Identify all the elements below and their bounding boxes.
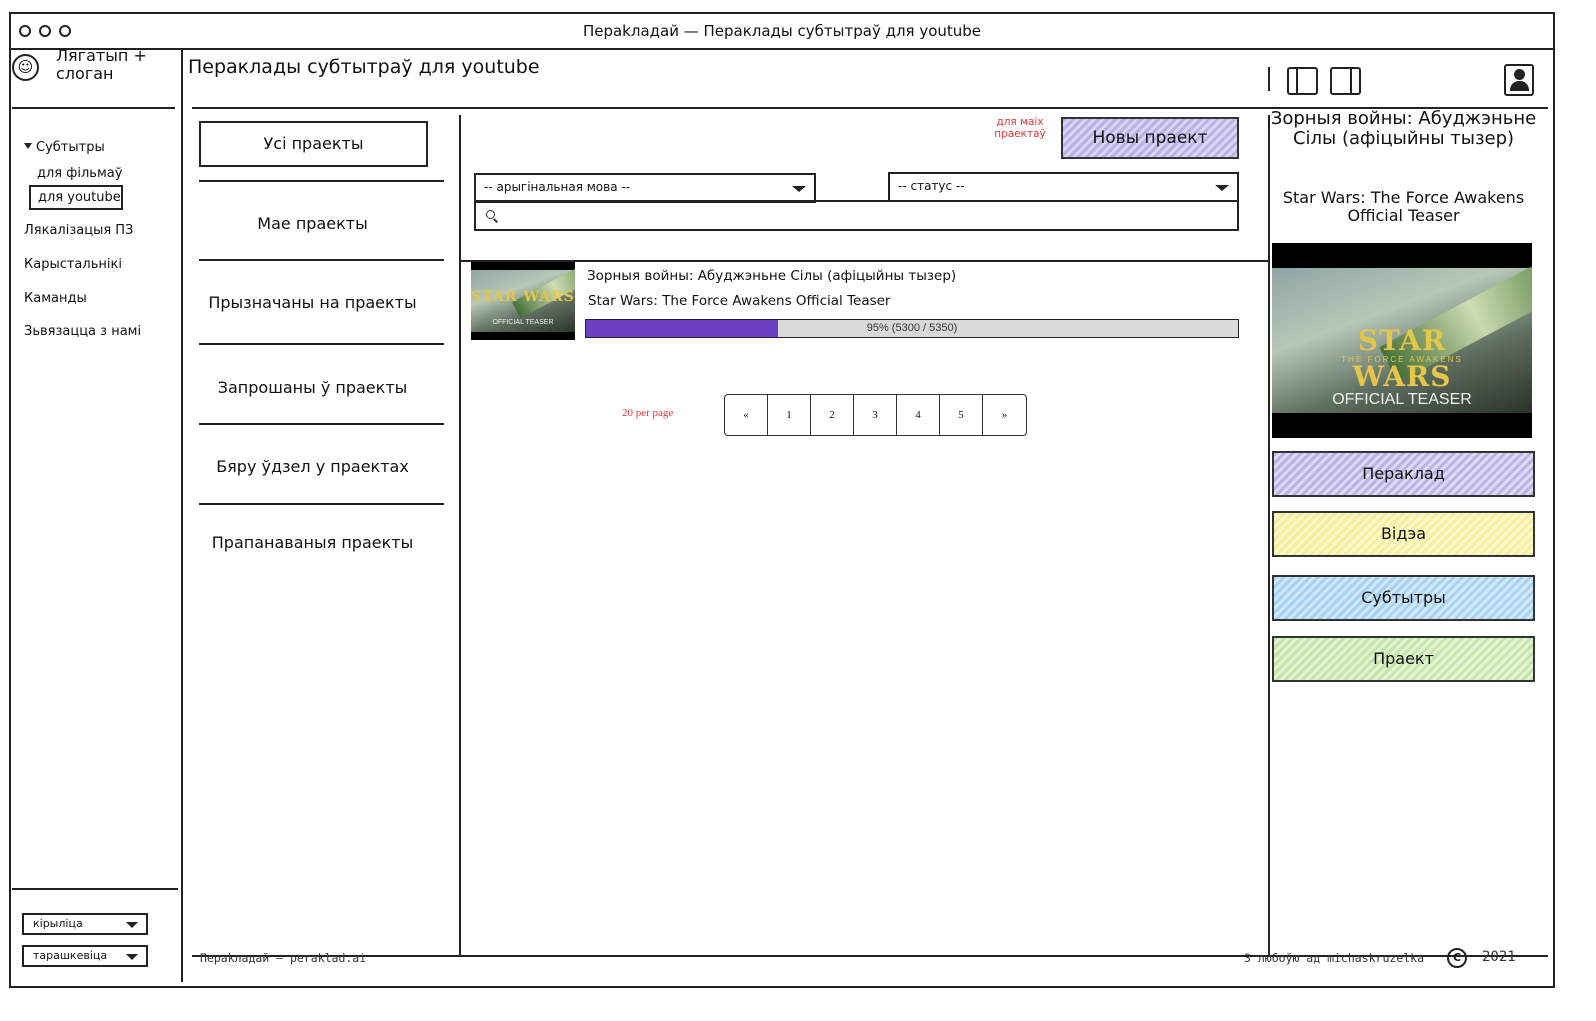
- page-first[interactable]: «: [725, 395, 768, 435]
- video-logo-bottom: WARS: [1352, 360, 1452, 393]
- sidebar-divider: [181, 50, 183, 982]
- chevron-down-icon: [1215, 185, 1229, 191]
- sidebar-group-label: Субтытры: [36, 140, 105, 155]
- translation-button[interactable]: Пераклад: [1272, 451, 1535, 497]
- progress-label: 95% (5300 / 5350): [866, 322, 958, 334]
- nav-divider: [199, 180, 444, 182]
- smiley-icon: ☺: [12, 54, 39, 81]
- new-project-note: для маіх праектаў: [994, 116, 1046, 140]
- project-subtitle: Star Wars: The Force Awakens Official Te…: [588, 293, 891, 309]
- subtitles-button[interactable]: Субтытры: [1272, 575, 1535, 621]
- detail-title: Зорныя войны: Абуджэньне Сілы (афіцыйны …: [1270, 108, 1537, 149]
- page-title: Пераклады субтытраў для youtube: [188, 56, 540, 78]
- detail-subtitle: Star Wars: The Force Awakens Official Te…: [1282, 188, 1525, 225]
- left-panel-icon-bar: [1296, 69, 1298, 93]
- user-head: [1514, 69, 1525, 80]
- nav-assigned-projects[interactable]: Прызначаны на праекты: [190, 293, 435, 312]
- right-panel-icon-bar: [1350, 69, 1352, 93]
- page-3[interactable]: 3: [854, 395, 897, 435]
- project-button[interactable]: Праект: [1272, 636, 1535, 682]
- page-1[interactable]: 1: [768, 395, 811, 435]
- detail-panel-divider: [1268, 115, 1270, 955]
- filters-divider: [461, 260, 1268, 262]
- video-preview[interactable]: STAR THE FORCE AWAKENS WARS OFFICIAL TEA…: [1272, 243, 1532, 438]
- nav-divider: [199, 423, 444, 425]
- video-button[interactable]: Відэа: [1272, 511, 1535, 557]
- nav-divider: [199, 259, 444, 261]
- project-title[interactable]: Зорныя войны: Абуджэньне Сілы (афіцыйны …: [587, 268, 956, 284]
- logo-slogan: Лягатып + слоган: [56, 46, 147, 83]
- header-separator: [1268, 67, 1270, 91]
- nav-divider: [199, 503, 444, 505]
- nav-invited-projects[interactable]: Запрошаны ў праекты: [190, 378, 435, 397]
- footer-credits: З любоўю ад michaskruzelka: [1244, 951, 1425, 965]
- per-page-select[interactable]: 20 per page: [622, 407, 673, 419]
- sidebar-item-users[interactable]: Карыстальнікі: [24, 257, 122, 272]
- projects-nav-divider: [459, 115, 461, 955]
- original-language-select[interactable]: -- арыгінальная мова --: [474, 173, 816, 203]
- nav-all-projects[interactable]: Усі праекты: [199, 121, 428, 167]
- user-body: [1510, 81, 1529, 91]
- status-value: -- статус --: [898, 179, 965, 193]
- window-title: Пераkладай — Пераклады субтытраў для you…: [582, 22, 982, 40]
- page-5[interactable]: 5: [940, 395, 983, 435]
- page-4[interactable]: 4: [897, 395, 940, 435]
- chevron-down-icon: [792, 186, 806, 192]
- thumbnail-logo: STAR WARS: [471, 289, 575, 305]
- copyright-icon: C: [1447, 948, 1467, 968]
- thumbnail-caption: OFFICIAL TEASER: [492, 319, 554, 326]
- nav-suggested-projects[interactable]: Прапанаваныя праекты: [190, 533, 435, 552]
- sidebar-bottom-divider: [12, 888, 178, 890]
- sidebar-item-youtube[interactable]: для youtube: [29, 185, 123, 210]
- sidebar-item-contact[interactable]: Зьвязацца з намі: [24, 324, 141, 339]
- right-panel-icon[interactable]: [1330, 67, 1361, 95]
- status-select[interactable]: -- статус --: [888, 172, 1239, 202]
- sidebar-group-subtitles[interactable]: Субтытры: [24, 140, 105, 155]
- new-project-button[interactable]: Новы праект: [1061, 117, 1239, 159]
- orthography-select-value: тарашкевіца: [33, 949, 108, 962]
- left-panel-icon[interactable]: [1287, 67, 1318, 95]
- nav-divider: [199, 343, 444, 345]
- sidebar-item-teams[interactable]: Каманды: [24, 291, 87, 306]
- page-2[interactable]: 2: [811, 395, 854, 435]
- project-thumbnail[interactable]: STAR WARS OFFICIAL TEASER: [471, 262, 575, 340]
- video-logo-top: STAR: [1357, 324, 1447, 357]
- pagination: « 1 2 3 4 5 »: [724, 394, 1027, 436]
- project-progress-bar: 95% (5300 / 5350): [585, 319, 1239, 338]
- window-titlebar: Пераkладай — Пераклады субтытраў для you…: [11, 14, 1553, 50]
- sidebar-item-films[interactable]: для фільмаў: [37, 166, 122, 181]
- search-input[interactable]: [474, 200, 1239, 231]
- nav-participating-projects[interactable]: Бяру ўдзел у праектах: [190, 457, 435, 476]
- page-last[interactable]: »: [983, 395, 1026, 435]
- orthography-select[interactable]: тарашкевіца: [22, 945, 148, 967]
- footer-year: 2021: [1482, 949, 1516, 965]
- original-language-value: -- арыгінальная мова --: [484, 180, 631, 194]
- brand-divider: [12, 107, 175, 109]
- script-select[interactable]: кірыліца: [22, 913, 148, 935]
- chevron-down-icon: [126, 954, 138, 960]
- user-profile-icon[interactable]: [1504, 64, 1534, 96]
- sidebar-item-localization[interactable]: Лякалізацыя ПЗ: [24, 223, 133, 238]
- chevron-down-icon: [126, 922, 138, 928]
- footer-brand: Пераkладай — peraklad.ai: [200, 951, 367, 965]
- nav-my-projects[interactable]: Мае праекты: [190, 214, 435, 233]
- video-caption: OFFICIAL TEASER: [1332, 391, 1472, 408]
- script-select-value: кірыліца: [33, 917, 83, 930]
- caret-down-icon: [24, 143, 32, 149]
- search-icon: [486, 210, 495, 219]
